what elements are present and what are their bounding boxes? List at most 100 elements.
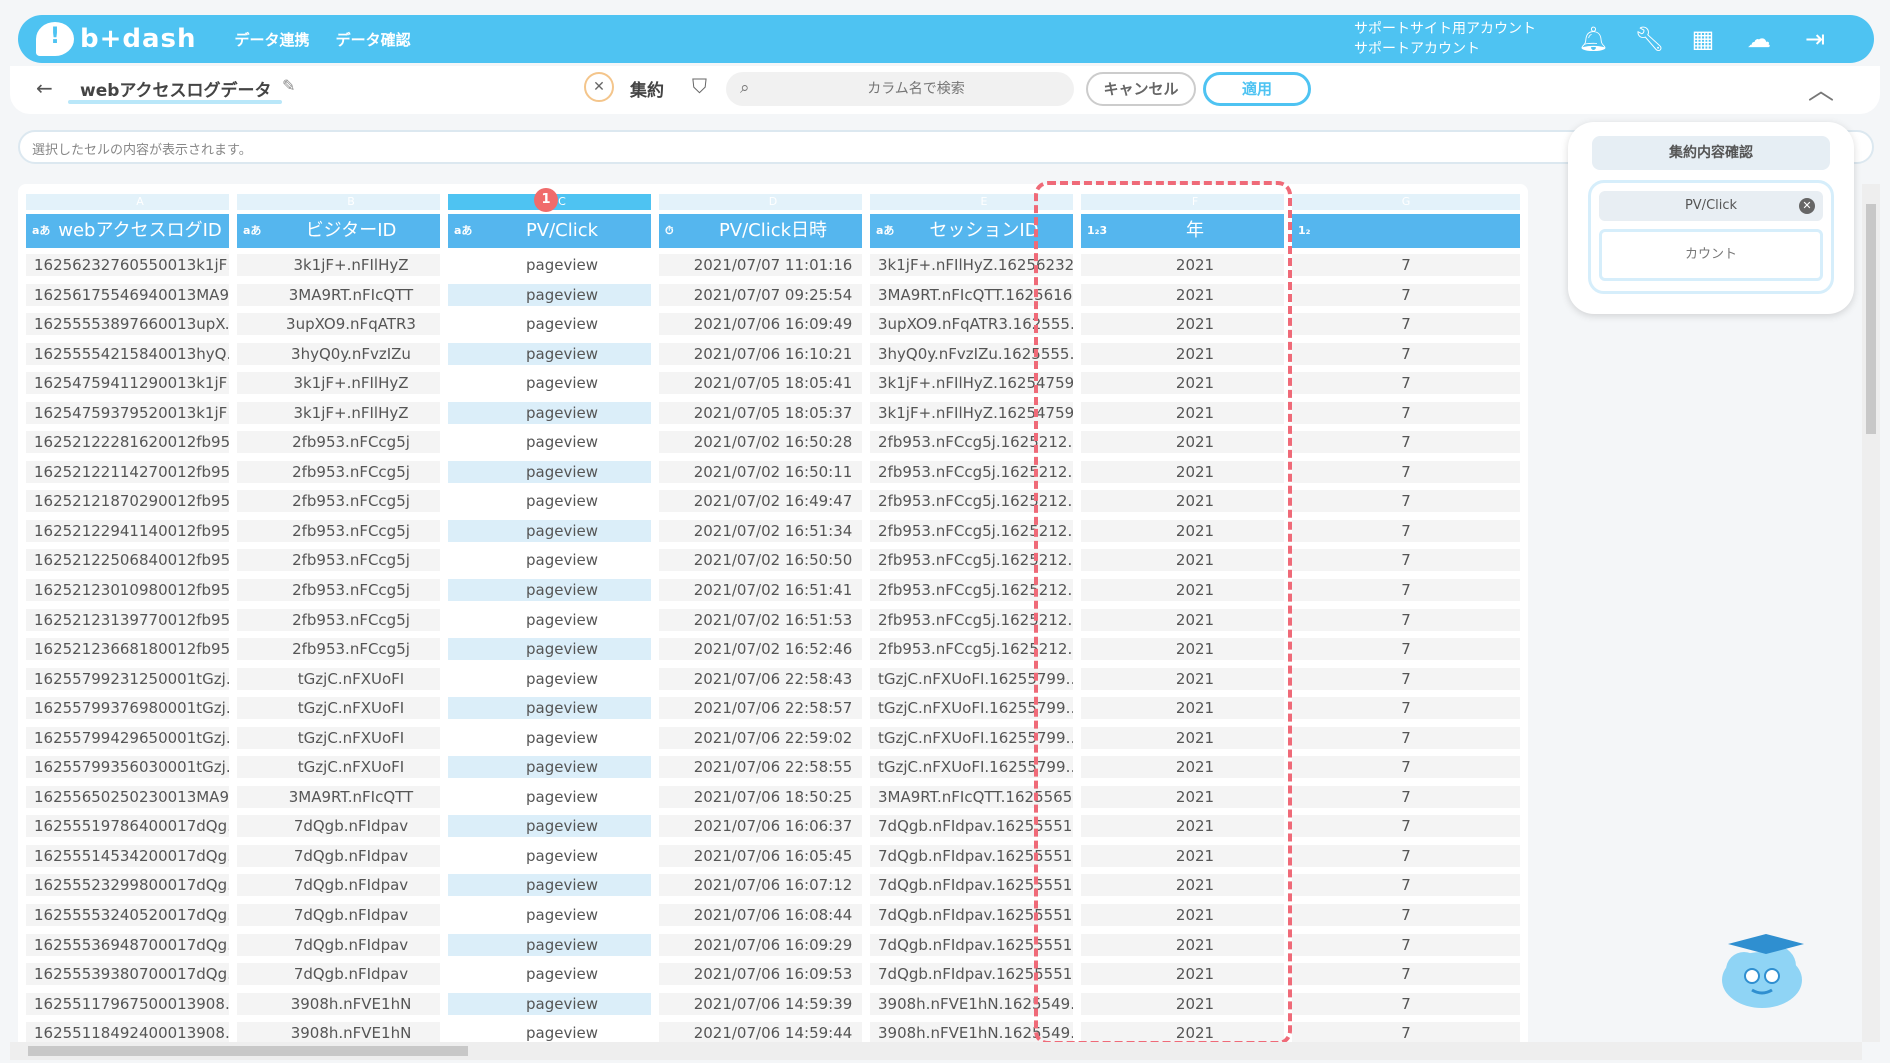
aggregation-column-chip[interactable]: PV/Click ✕ — [1599, 191, 1823, 221]
apply-button[interactable]: 適用 — [1203, 72, 1311, 106]
table-cell[interactable]: pageview — [448, 638, 676, 661]
vertical-scroll-thumb[interactable] — [1866, 204, 1876, 434]
table-cell[interactable]: 7 — [1292, 667, 1520, 690]
table-cell[interactable]: 2021/07/02 16:51:34 — [659, 519, 887, 542]
table-cell[interactable]: 2021/07/06 16:07:12 — [659, 874, 887, 897]
table-cell[interactable]: 7 — [1292, 844, 1520, 867]
table-cell[interactable]: 3upXO9.nFqATR3 — [237, 313, 465, 336]
table-cell[interactable]: 2021/07/02 16:52:46 — [659, 638, 887, 661]
table-cell[interactable]: 16255523299800017dQgb.... — [26, 874, 254, 897]
table-cell[interactable]: 2021/07/06 16:06:37 — [659, 815, 887, 838]
table-cell[interactable]: 7 — [1292, 815, 1520, 838]
table-cell[interactable]: 7 — [1292, 638, 1520, 661]
table-cell[interactable]: 16252122114270012fb953.... — [26, 460, 254, 483]
table-cell[interactable]: 2fb953.nFCcg5j — [237, 638, 465, 661]
table-cell[interactable]: 16255539380700017dQgb.... — [26, 963, 254, 986]
table-cell[interactable]: 7 — [1292, 401, 1520, 424]
table-cell[interactable]: pageview — [448, 519, 676, 542]
table-cell[interactable]: 16255799429650001tGzjC.n... — [26, 726, 254, 749]
table-cell[interactable]: 16255536948700017dQgb.... — [26, 933, 254, 956]
table-cell[interactable]: 7dQgb.nFIdpav — [237, 904, 465, 927]
table-cell[interactable]: pageview — [448, 992, 676, 1015]
logout-icon[interactable]: ⇥ — [1800, 25, 1830, 53]
table-cell[interactable]: pageview — [448, 963, 676, 985]
aggregate-icon[interactable]: ✕ — [584, 72, 614, 102]
table-cell[interactable]: 16255553897660013upXO9.... — [26, 313, 254, 336]
table-cell[interactable]: pageview — [448, 549, 676, 571]
column-letter[interactable]: D — [659, 194, 887, 210]
table-cell[interactable]: 7 — [1292, 933, 1520, 956]
table-cell[interactable]: 2021/07/06 22:58:43 — [659, 667, 887, 690]
column-7[interactable]: G 1₂ 7 7 7 7 7 7 7 7 7 7 7 7 7 7 7 7 7 7 7 7 7 7 7 7 7 7 7 — [1284, 184, 1528, 1042]
table-cell[interactable]: 7 — [1292, 1022, 1520, 1042]
table-cell[interactable]: 7 — [1292, 904, 1520, 927]
table-cell[interactable]: 16255799376980001tGzjC.n... — [26, 697, 254, 720]
table-cell[interactable]: 7 — [1292, 726, 1520, 749]
table-cell[interactable]: pageview — [448, 579, 676, 602]
column-letter[interactable]: A — [26, 194, 254, 210]
column-4[interactable]: D ⏱ PV/Click日時 2021/07/07 11:01:16 2021/07/0… — [651, 184, 895, 1042]
table-cell[interactable]: 2021/07/02 16:49:47 — [659, 490, 887, 513]
table-cell[interactable]: 2021/07/06 16:09:49 — [659, 313, 887, 336]
table-cell[interactable]: 7 — [1292, 992, 1520, 1015]
table-cell[interactable]: tGzjC.nFXUoFI — [237, 756, 465, 779]
table-cell[interactable]: 16255553240520017dQgb.... — [26, 904, 254, 927]
cancel-button[interactable]: キャンセル — [1086, 72, 1196, 106]
table-cell[interactable]: 16254759379520013k1jF+.... — [26, 401, 254, 424]
table-cell[interactable]: 16255799231250001tGzjC.n... — [26, 667, 254, 690]
table-cell[interactable]: 2021/07/06 16:05:45 — [659, 844, 887, 867]
table-cell[interactable]: 16255554215840013hyQ0y.... — [26, 342, 254, 365]
table-cell[interactable]: pageview — [448, 727, 676, 749]
table-cell[interactable]: 16255514534200017dQgb.... — [26, 844, 254, 867]
wrench-icon[interactable]: 🔧︎ — [1634, 25, 1664, 53]
horizontal-scrollbar[interactable] — [10, 1042, 1862, 1060]
table-cell[interactable]: 16252122506840012fb953.... — [26, 549, 254, 572]
table-cell[interactable]: pageview — [448, 342, 676, 365]
table-cell[interactable]: 2021/07/02 16:50:28 — [659, 431, 887, 454]
search-input[interactable] — [766, 72, 1066, 106]
table-cell[interactable]: 2021/07/07 11:01:16 — [659, 254, 887, 276]
table-cell[interactable]: pageview — [448, 933, 676, 956]
table-cell[interactable]: 7 — [1292, 549, 1520, 572]
table-cell[interactable]: pageview — [448, 313, 676, 335]
column-search[interactable]: ⌕ — [726, 72, 1074, 106]
table-cell[interactable]: 7 — [1292, 608, 1520, 631]
table-cell[interactable]: 16252121870290012fb953.... — [26, 490, 254, 513]
table-cell[interactable]: pageview — [448, 283, 676, 306]
table-cell[interactable]: pageview — [448, 254, 676, 276]
chevron-up-icon[interactable]: ︿ — [1808, 70, 1834, 107]
account-info[interactable]: サポートサイト用アカウント サポートアカウント — [1354, 19, 1536, 59]
dataset-title[interactable]: webアクセスログデータ — [80, 76, 272, 101]
table-cell[interactable]: 7 — [1292, 372, 1520, 395]
table-cell[interactable]: pageview — [448, 609, 676, 631]
table-cell[interactable]: 2021/07/06 22:58:55 — [659, 756, 887, 779]
table-cell[interactable]: 16252122281620012fb953.... — [26, 431, 254, 454]
table-cell[interactable]: 16255118492400013908h.n... — [26, 1022, 254, 1042]
table-cell[interactable]: 2021/07/06 16:10:21 — [659, 342, 887, 365]
aggregate-label[interactable]: 集約 — [630, 76, 664, 101]
remove-icon[interactable]: ✕ — [1799, 198, 1815, 214]
table-cell[interactable]: 2021/07/05 18:05:37 — [659, 401, 887, 424]
nav-data-check[interactable]: データ確認 — [336, 29, 411, 50]
column-letter[interactable]: B — [237, 194, 465, 210]
table-cell[interactable]: 2fb953.nFCcg5j — [237, 519, 465, 542]
table-cell[interactable]: 2021/07/06 16:09:53 — [659, 963, 887, 986]
table-cell[interactable]: 7 — [1292, 490, 1520, 513]
table-cell[interactable]: 7 — [1292, 756, 1520, 779]
table-cell[interactable]: 3MA9RT.nFIcQTT — [237, 785, 465, 808]
column-header[interactable]: aあ webアクセスログID — [26, 214, 254, 248]
table-cell[interactable]: 7 — [1292, 254, 1520, 276]
shield-icon[interactable]: ⛉ — [692, 74, 707, 98]
table-cell[interactable]: 16252123010980012fb953.... — [26, 579, 254, 602]
table-cell[interactable]: pageview — [448, 431, 676, 453]
mascot-icon[interactable] — [1716, 930, 1808, 1012]
table-cell[interactable]: 3hyQ0y.nFvzIZu — [237, 342, 465, 365]
table-cell[interactable]: 2021/07/02 16:50:11 — [659, 460, 887, 483]
table-cell[interactable]: 2021/07/06 16:08:44 — [659, 904, 887, 927]
table-cell[interactable]: 16254759411290013k1jF+.... — [26, 372, 254, 395]
table-cell[interactable]: 2021/07/05 18:05:41 — [659, 372, 887, 395]
table-cell[interactable]: 7 — [1292, 460, 1520, 483]
table-cell[interactable]: 16252123668180012fb953.... — [26, 638, 254, 661]
vertical-scrollbar[interactable] — [1862, 184, 1880, 1042]
table-cell[interactable]: pageview — [448, 815, 676, 838]
